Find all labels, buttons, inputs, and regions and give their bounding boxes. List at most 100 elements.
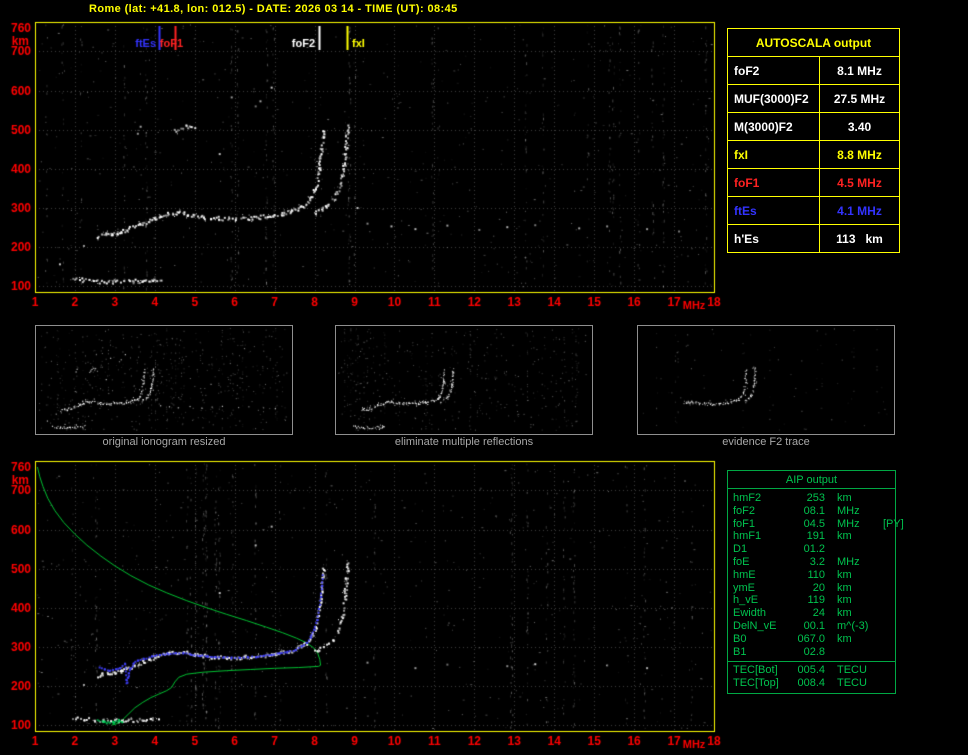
table-row: fxI 8.8 MHz — [727, 140, 900, 169]
thumbnail-caption: original ionogram resized — [102, 436, 226, 448]
aip-param: h_vE — [733, 594, 759, 607]
aip-value — [881, 492, 890, 505]
aip-value: 119 — [807, 594, 825, 607]
thumbnail-eliminate-reflections — [335, 325, 593, 435]
aip-panel: AIP output hmF2 253 km foF2 08.1 MHz foF1 04.5 M… — [727, 470, 904, 694]
aip-value — [881, 646, 890, 659]
aip-value — [881, 664, 890, 677]
aip-row: foF2 08.1 MHz — [728, 505, 895, 518]
param-label: fxI — [727, 140, 820, 169]
aip-rows: hmF2 253 km foF2 08.1 MHz foF1 04.5 MHz [PY] hmF1 1… — [728, 492, 904, 659]
param-label: MUF(3000)F2 — [727, 84, 820, 113]
aip-title: AIP output — [728, 471, 895, 489]
aip-value: 191 — [806, 530, 825, 543]
aip-ionogram-chart — [0, 455, 725, 755]
aip-value: MHz — [837, 517, 860, 530]
aip-param: hmF2 — [733, 492, 762, 504]
param-label: h'Es — [727, 224, 820, 253]
aip-value: 110 — [807, 568, 825, 581]
thumbnail-eliminate-canvas — [336, 326, 590, 432]
aip-value: [PY] — [883, 517, 904, 530]
table-row: ftEs 4.1 MHz — [727, 196, 900, 225]
autoscala-table: AUTOSCALA output foF2 8.1 MHz MUF(3000)F2 2… — [727, 28, 900, 253]
aip-row: foE 3.2 MHz — [728, 556, 895, 569]
param-value: 8.8 MHz — [819, 140, 900, 169]
table-row: foF2 8.1 MHz — [727, 56, 900, 85]
aip-param: TEC[Bot] — [733, 664, 778, 677]
aip-row: h_vE 119 km — [728, 594, 895, 607]
aip-param: foF1 — [733, 517, 756, 530]
param-label: ftEs — [727, 196, 820, 225]
aip-param: DelN_vE — [733, 619, 777, 632]
aip-value: km — [837, 568, 852, 581]
aip-value: 008.4 — [797, 677, 825, 690]
aip-row: ymE 20 km — [728, 582, 895, 595]
aip-value: 24 — [812, 607, 825, 620]
thumbnail-original-ionogram — [35, 325, 293, 435]
aip-value — [881, 505, 890, 518]
aip-value — [881, 582, 890, 595]
aip-value: km — [837, 530, 852, 543]
aip-param: TEC[Top] — [733, 677, 779, 690]
aip-value — [881, 607, 890, 620]
thumbnail-f2-trace — [637, 325, 895, 435]
aip-row: hmF1 191 km — [728, 530, 895, 543]
param-value: 4.5 MHz — [819, 168, 900, 197]
aip-row: TEC[Top] 008.4 TECU — [728, 677, 895, 690]
aip-value — [825, 646, 881, 659]
aip-value: TECU — [837, 677, 867, 690]
aip-param: foE — [733, 555, 750, 568]
aip-value: km — [837, 492, 852, 504]
aip-value: 20 — [812, 581, 825, 594]
aip-value: MHz — [837, 555, 860, 568]
param-label: foF2 — [727, 56, 820, 85]
aip-tec-rows: TEC[Bot] 005.4 TECU TEC[Top] 008.4 TECU — [728, 661, 895, 693]
table-row: h'Es 113 km — [727, 224, 900, 253]
aip-param: foF2 — [733, 504, 756, 517]
aip-value: 005.4 — [797, 664, 825, 677]
aip-value: 02.8 — [803, 645, 825, 658]
aip-row: B0 067.0 km — [728, 633, 895, 646]
param-value: 4.1 MHz — [819, 196, 900, 225]
aip-value — [825, 543, 881, 556]
param-value: 27.5 MHz — [819, 84, 900, 113]
aip-value — [881, 556, 890, 569]
aip-row: hmE 110 km — [728, 569, 895, 582]
aip-value: m^(-3) — [837, 619, 869, 632]
param-value: 3.40 — [819, 112, 900, 141]
thumbnail-original-canvas — [36, 326, 290, 432]
aip-param: B1 — [733, 645, 747, 658]
aip-value: 253 — [806, 492, 825, 504]
aip-row: hmF2 253 km — [728, 492, 895, 505]
param-value: 8.1 MHz — [819, 56, 900, 85]
aip-value: km — [837, 594, 852, 607]
thumbnail-caption: evidence F2 trace — [722, 436, 810, 448]
param-label: foF1 — [727, 168, 820, 197]
aip-row: B1 02.8 — [728, 646, 895, 659]
aip-param: hmF1 — [733, 530, 762, 543]
autoscala-title: AUTOSCALA output — [727, 28, 900, 57]
aip-value — [881, 594, 890, 607]
page-title: Rome (lat: +41.8, lon: 012.5) - DATE: 20… — [89, 3, 458, 15]
thumbnail-caption: eliminate multiple reflections — [394, 436, 534, 448]
aip-value — [881, 620, 890, 633]
aip-param: D1 — [733, 543, 748, 556]
aip-row: DelN_vE 00.1 m^(-3) — [728, 620, 895, 633]
aip-value: km — [837, 607, 852, 620]
aip-value: 08.1 — [803, 504, 825, 517]
aip-row: TEC[Bot] 005.4 TECU — [728, 664, 895, 677]
thumbnail-f2-canvas — [638, 326, 892, 432]
table-row: MUF(3000)F2 27.5 MHz — [727, 84, 900, 113]
main-ionogram-chart — [0, 16, 725, 316]
table-row: M(3000)F2 3.40 — [727, 112, 900, 141]
aip-value: 00.1 — [803, 619, 825, 632]
aip-param: B0 — [733, 632, 747, 645]
aip-value: km — [837, 581, 852, 594]
aip-row: Ewidth 24 km — [728, 607, 895, 620]
aip-param: hmE — [733, 568, 756, 581]
aip-value: 01.2 — [803, 543, 825, 556]
table-row: foF1 4.5 MHz — [727, 168, 900, 197]
aip-row: foF1 04.5 MHz [PY] — [728, 517, 904, 531]
aip-value: km — [837, 632, 852, 645]
aip-value — [881, 633, 890, 646]
